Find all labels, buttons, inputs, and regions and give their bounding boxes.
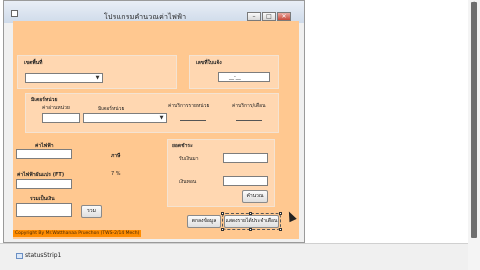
resize-handle[interactable]: [221, 212, 224, 215]
current-reading-label: ค่าอ่านหน่วย: [42, 105, 70, 111]
maximize-button[interactable]: □: [262, 12, 276, 21]
monthly-income-button[interactable]: แสดงรายได้ประจำเดือน: [222, 213, 281, 230]
component-tray: [0, 243, 468, 270]
resize-handle[interactable]: [279, 212, 282, 215]
ft-charge-field[interactable]: [16, 179, 72, 189]
bill-number-value: __-__: [229, 74, 241, 80]
status-strip-icon: [16, 253, 23, 259]
bill-number-label: เลขที่ใบแจ้ง: [196, 60, 222, 66]
current-reading-field[interactable]: [42, 113, 80, 123]
save-button[interactable]: ตกลงข้อมูล: [187, 215, 221, 228]
chevron-down-icon: ▼: [159, 115, 164, 121]
previous-reading-select[interactable]: ▼: [83, 113, 167, 123]
service-fee-field[interactable]: [236, 120, 262, 121]
scrollbar-thumb[interactable]: [471, 2, 477, 238]
service-label: ค่าบริการ/เดือน: [232, 103, 266, 109]
close-button[interactable]: ✕: [277, 12, 291, 21]
chevron-down-icon: ▼: [95, 75, 100, 81]
designer-vertical-scrollbar[interactable]: ▲: [468, 0, 480, 270]
payment-groupbox: ยอดชำระ รับเงินมา เงินทอน คำนวณ: [167, 139, 275, 207]
rate-label: ค่าบริการรายหน่วย: [168, 103, 210, 109]
total-label: รวมเป็นเงิน: [30, 196, 55, 202]
resize-handle[interactable]: [221, 228, 224, 231]
total-field[interactable]: [16, 203, 72, 217]
copyright-label: Copyright By Mr.Watthanaa Pruechon (TWS-…: [13, 230, 142, 237]
area-select[interactable]: ▼: [25, 73, 103, 83]
resize-handle[interactable]: [249, 212, 252, 215]
resize-handle[interactable]: [249, 228, 252, 231]
resize-handle[interactable]: [279, 228, 282, 231]
previous-reading-label: มิเตอร์หน่วย: [98, 106, 125, 112]
sum-button[interactable]: รวม: [81, 205, 102, 218]
minimize-button[interactable]: –: [247, 12, 261, 21]
meter-group-label: มิเตอร์หน่วย: [31, 97, 58, 103]
form-app-icon: [11, 10, 18, 17]
bill-number-groupbox: เลขที่ใบแจ้ง __-__: [189, 55, 279, 89]
change-label: เงินทอน: [179, 179, 197, 185]
bill-number-field[interactable]: __-__: [218, 72, 270, 82]
energy-charge-field[interactable]: [16, 149, 72, 159]
ft-charge-label: ค่าไฟฟ้าผันแปร (FT): [17, 172, 65, 178]
meter-reading-groupbox: มิเตอร์หน่วย ค่าอ่านหน่วย มิเตอร์หน่วย ค…: [25, 93, 279, 133]
tax-label: ภาษี: [111, 153, 121, 159]
area-groupbox: เขตพื้นที่ ▼: [17, 55, 177, 89]
received-field[interactable]: [223, 153, 268, 163]
change-field[interactable]: [223, 176, 268, 186]
status-strip-component[interactable]: statusStrip1: [25, 252, 61, 259]
received-label: รับเงินมา: [179, 156, 199, 162]
form-window: โปรแกรมคำนวณค่าไฟฟ้า – □ ✕ เขตพื้นที่ ▼ …: [3, 0, 305, 243]
form-titlebar[interactable]: โปรแกรมคำนวณค่าไฟฟ้า – □ ✕: [4, 1, 304, 23]
payment-group-label: ยอดชำระ: [172, 143, 193, 149]
calculate-button[interactable]: คำนวณ: [242, 190, 268, 203]
area-group-label: เขตพื้นที่: [24, 60, 43, 66]
vat-rate-label: 7 %: [111, 171, 121, 177]
form-client-area: เขตพื้นที่ ▼ เลขที่ใบแจ้ง __-__ มิเตอร์ห…: [13, 21, 299, 239]
rate-field[interactable]: [180, 120, 206, 121]
